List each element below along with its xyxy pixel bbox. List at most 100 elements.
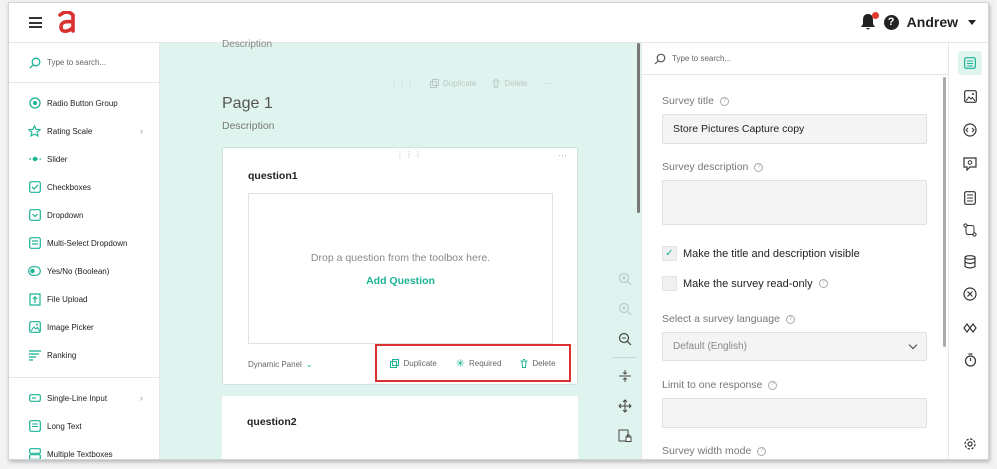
search-icon — [29, 57, 41, 68]
help-icon[interactable]: ? — [883, 14, 899, 30]
page-delete-label: Delete — [504, 79, 528, 88]
survey-description-label: Survey description ? — [662, 161, 764, 173]
page-delete-button[interactable]: Delete — [492, 79, 527, 88]
drag-handle-icon[interactable]: ⋮⋮⋮ — [396, 150, 423, 159]
toolbox-item-label: Ranking — [47, 350, 77, 360]
add-question-button[interactable]: Add Question — [249, 275, 552, 287]
user-name[interactable]: Andrew — [907, 14, 958, 30]
question-type-selector[interactable]: Dynamic Panel ⌄ — [248, 360, 313, 369]
logic-icon[interactable] — [961, 221, 979, 239]
property-scrollbar[interactable] — [943, 77, 946, 347]
checkbox-checked-icon[interactable]: ✓ — [662, 246, 677, 261]
notification-bell-icon[interactable] — [860, 12, 879, 31]
toolbox-item-checkboxes[interactable]: Checkboxes — [9, 173, 159, 201]
settings-icon[interactable] — [961, 435, 979, 453]
property-search-placeholder[interactable]: Type to search... — [672, 54, 731, 63]
more-icon[interactable]: ··· — [558, 150, 567, 160]
question-card[interactable]: ⋮⋮⋮ ··· question1 Drop a question from t… — [222, 147, 578, 385]
question-title[interactable]: question2 — [247, 416, 297, 428]
chevron-right-icon[interactable]: › — [140, 126, 143, 136]
language-select[interactable]: Default (English) — [662, 332, 927, 361]
toolbox-search-placeholder[interactable]: Type to search... — [47, 58, 106, 67]
toolbox-item-rating-scale[interactable]: Rating Scale › — [9, 117, 159, 145]
pages-icon[interactable] — [961, 189, 979, 207]
chevron-down-icon — [908, 340, 918, 350]
property-search[interactable]: Type to search... — [642, 43, 948, 75]
limit-response-input[interactable] — [662, 398, 927, 428]
duplicate-button[interactable]: Duplicate — [390, 358, 437, 368]
help-icon[interactable]: ? — [785, 314, 795, 324]
logo-image-icon[interactable] — [961, 87, 979, 105]
more-icon[interactable]: ··· — [543, 79, 551, 88]
question-actions-highlight: Duplicate ✳ Required Delete — [375, 344, 571, 382]
toolbox-item-multi-select-dropdown[interactable]: Multi-Select Dropdown — [9, 229, 159, 257]
drag-handle-icon[interactable]: ⋮⋮⋮ — [390, 79, 414, 88]
help-icon[interactable]: ? — [757, 446, 767, 456]
validation-icon[interactable] — [961, 285, 979, 303]
trash-icon — [492, 79, 500, 88]
toolbox-item-single-line-input[interactable]: Single-Line Input › — [9, 384, 159, 412]
brand-logo[interactable] — [57, 11, 77, 35]
canvas-scrollbar[interactable] — [637, 43, 640, 213]
toolbox-item-file-upload[interactable]: File Upload — [9, 285, 159, 313]
question-settings-icon[interactable] — [961, 155, 979, 173]
question-title[interactable]: question1 — [248, 170, 298, 182]
chevron-down-icon[interactable] — [968, 19, 976, 25]
duplicate-icon — [430, 79, 439, 88]
move-icon[interactable] — [617, 398, 633, 414]
title-visible-label: Make the title and description visible — [683, 247, 860, 260]
toolbox-search[interactable]: Type to search... — [9, 43, 159, 83]
toolbox-item-label: Slider — [47, 154, 68, 164]
survey-description-input[interactable] — [662, 180, 927, 225]
zoom-out-icon[interactable] — [617, 331, 633, 347]
read-only-checkbox[interactable]: Make the survey read-only ? — [662, 276, 828, 291]
title-visible-checkbox[interactable]: ✓ Make the title and description visible — [662, 246, 860, 261]
page-title[interactable]: Page 1 — [222, 95, 273, 113]
toolbox-item-image-picker[interactable]: Image Picker — [9, 313, 159, 341]
upload-icon — [28, 292, 41, 306]
toolbox-item-yes-no-boolean[interactable]: Yes/No (Boolean) — [9, 257, 159, 285]
delete-button[interactable]: Delete — [520, 358, 556, 368]
toolbox-item-radio-button-group[interactable]: Radio Button Group — [9, 89, 159, 117]
lock-page-icon[interactable] — [617, 428, 633, 444]
data-icon[interactable] — [961, 253, 979, 271]
toolbox-item-dropdown[interactable]: Dropdown — [9, 201, 159, 229]
help-icon[interactable]: ? — [754, 162, 764, 172]
language-label: Select a survey language ? — [662, 313, 795, 325]
trash-icon — [520, 358, 528, 368]
help-icon[interactable]: ? — [818, 279, 828, 288]
notification-dot — [871, 12, 879, 19]
display-icon[interactable] — [961, 319, 979, 337]
page-description[interactable]: Description — [222, 120, 275, 132]
general-icon[interactable] — [958, 51, 982, 75]
menu-icon[interactable] — [29, 17, 42, 28]
navigation-icon[interactable] — [961, 121, 979, 139]
app-window: ? Andrew Type to search... Radio Button … — [8, 2, 989, 460]
survey-title-label-text: Survey title — [662, 95, 714, 107]
page-duplicate-button[interactable]: Duplicate — [430, 79, 476, 88]
toolbox-item-long-text[interactable]: Long Text — [9, 412, 159, 440]
page-duplicate-label: Duplicate — [443, 79, 477, 88]
toolbox-item-slider[interactable]: Slider — [9, 145, 159, 173]
panel-drop-zone[interactable]: Drop a question from the toolbox here. A… — [248, 193, 553, 344]
toolbox-panel: Type to search... Radio Button Group Rat… — [9, 43, 160, 459]
language-select-value: Default (English) — [673, 341, 747, 352]
collapse-icon[interactable] — [617, 368, 633, 384]
required-label: Required — [468, 358, 502, 368]
toolbox-item-ranking[interactable]: Ranking — [9, 341, 159, 369]
zoom-toolbar — [613, 271, 637, 458]
question-card[interactable]: question2 — [222, 396, 578, 459]
toolbox-item-multiple-textboxes[interactable]: Multiple Textboxes — [9, 440, 159, 459]
chevron-right-icon[interactable]: › — [140, 393, 143, 403]
zoom-reset-icon[interactable] — [617, 301, 633, 317]
toolbox-item-label: Dropdown — [47, 210, 84, 220]
help-icon[interactable]: ? — [719, 96, 729, 106]
page-actions: ⋮⋮⋮ Duplicate Delete ··· — [390, 79, 551, 88]
timer-icon[interactable] — [961, 351, 979, 369]
help-icon[interactable]: ? — [768, 380, 778, 390]
zoom-in-icon[interactable] — [617, 271, 633, 287]
survey-title-input[interactable]: Store Pictures Capture copy — [662, 114, 927, 144]
required-button[interactable]: ✳ Required — [456, 357, 502, 370]
toolbox-item-label: Yes/No (Boolean) — [47, 266, 110, 276]
checkbox-icon[interactable] — [662, 276, 677, 291]
